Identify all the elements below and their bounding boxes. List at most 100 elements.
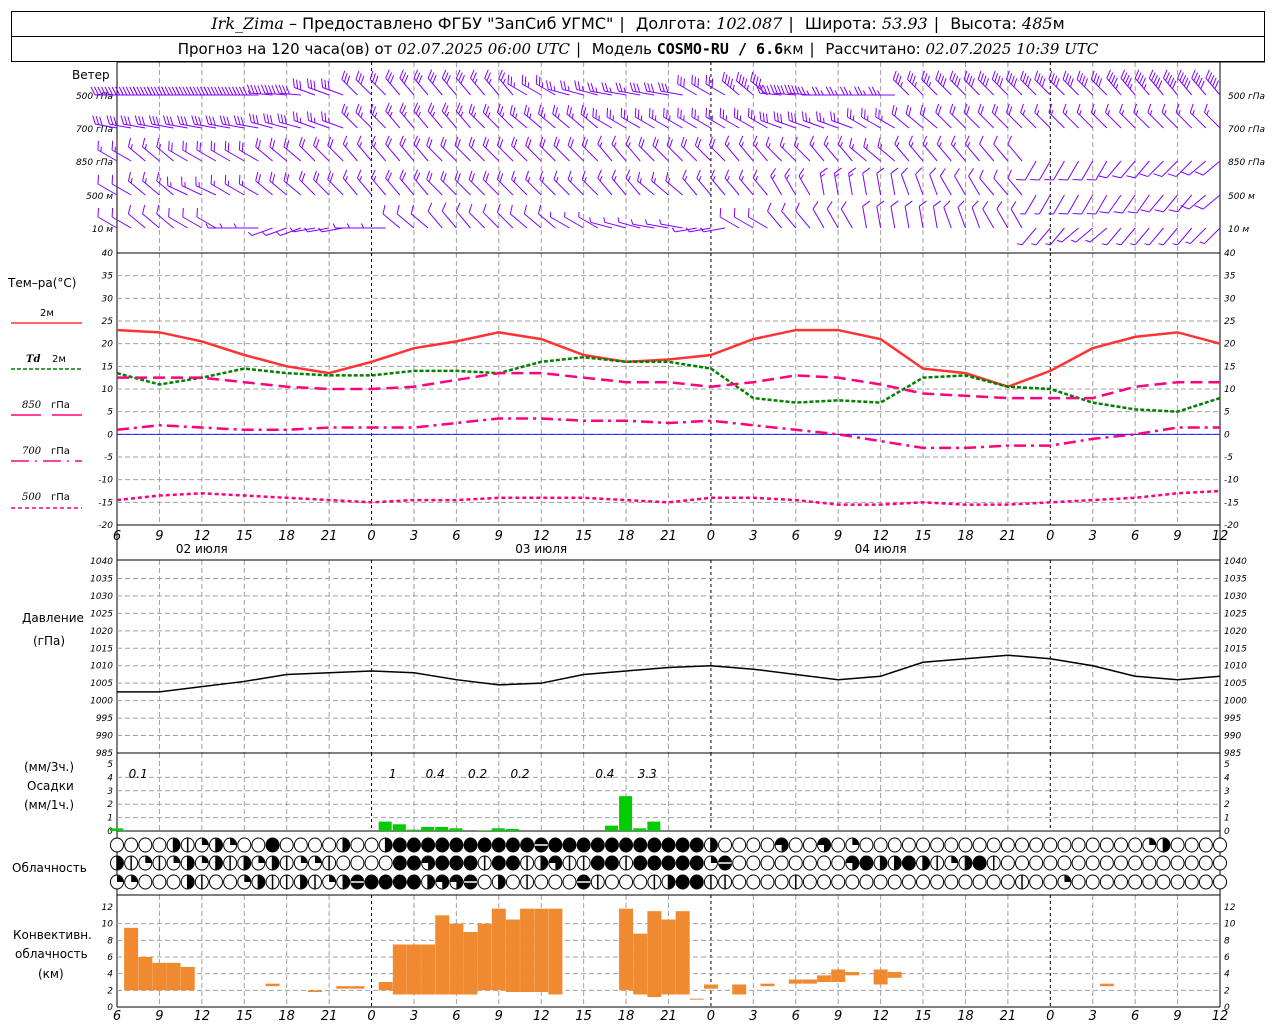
wind-barb [819, 167, 828, 196]
wind-barb [441, 69, 457, 96]
conv-label-1: Конвективн. [13, 928, 92, 942]
wind-level-left: 500 м [86, 192, 113, 202]
cloud-symbol [1071, 874, 1086, 890]
pressure-tick-right: 1005 [1224, 679, 1247, 689]
cloud-circle [675, 837, 690, 853]
conv-bar [534, 908, 549, 992]
cloud-circle [1085, 837, 1100, 853]
cloud-circle [1198, 874, 1213, 890]
precip-tick-left: 5 [107, 760, 113, 770]
cloud-symbol [279, 855, 294, 871]
wind-barb [553, 136, 570, 162]
wind-barb [963, 70, 980, 96]
conv-bar [435, 915, 450, 995]
wind-barb [255, 171, 273, 196]
cloud-symbol [661, 837, 676, 853]
wind-barb [637, 171, 655, 196]
wind-barb [1175, 103, 1193, 129]
wind-barb [545, 80, 570, 96]
cloud-circle [1029, 874, 1044, 890]
conv-tick-right: 12 [1224, 903, 1236, 913]
wind-barb [936, 135, 952, 162]
wind-barb [427, 69, 443, 96]
cloud-circle [930, 837, 945, 853]
cloud-circle [732, 874, 747, 890]
wind-barb [982, 201, 995, 229]
temp-tick-left: 10 [102, 385, 114, 395]
wind-barb [597, 135, 613, 162]
wind-barb [356, 169, 372, 196]
cloud-symbol [1000, 837, 1015, 853]
cloud-symbol [1057, 874, 1072, 890]
wind-barb [765, 136, 782, 162]
time-tick-temp: 9 [1173, 529, 1181, 544]
wind-barb [779, 136, 797, 162]
cloud-symbol [901, 855, 916, 871]
cloud-symbol [406, 855, 421, 871]
cloud-symbol [986, 837, 1001, 853]
wind-barb [795, 202, 811, 229]
wind-barb [482, 103, 500, 129]
cloud-circle [435, 837, 450, 853]
cloud-circle [1156, 855, 1171, 871]
wind-barb [798, 168, 811, 196]
cloud-symbol [166, 855, 181, 871]
cloud-symbol [986, 874, 1001, 890]
cloud-symbol [760, 837, 775, 853]
cloud-symbol [279, 874, 294, 890]
temp-tick-left: 0 [107, 430, 113, 440]
cloud-symbol [110, 874, 124, 890]
time-tick-bottom: 6 [792, 1009, 800, 1024]
wind-barb [1020, 103, 1037, 129]
conv-bar [124, 927, 139, 991]
wind-barb [134, 115, 160, 129]
cloud-symbol [435, 837, 450, 853]
wind-barb [1104, 103, 1122, 129]
cloud-circle [986, 874, 1001, 890]
cloud-circle [732, 855, 747, 871]
wind-barb [1113, 194, 1136, 214]
cloud-circle [1000, 855, 1015, 871]
temp-tick-right: 30 [1224, 294, 1236, 304]
precip-3h-sum: 0.4 [426, 767, 445, 781]
wind-barb [511, 170, 528, 196]
conv-bar [336, 986, 351, 989]
cloud-symbol [689, 855, 704, 871]
cloud-quarter [117, 875, 124, 882]
wind-barb [1020, 70, 1037, 96]
cloud-symbol [633, 874, 648, 890]
wind-barb [385, 135, 401, 162]
cloud-symbol [548, 874, 563, 890]
wind-barb [1205, 69, 1221, 96]
conv-bar [548, 908, 563, 995]
conv-bar [675, 911, 690, 995]
conv-bar [463, 932, 478, 995]
wind-barb [1058, 160, 1080, 181]
wind-barb [1099, 194, 1122, 214]
wind-barb [840, 201, 853, 229]
cloud-symbol [223, 874, 238, 890]
wind-barb [589, 217, 613, 229]
cloud-circle [251, 837, 266, 853]
precip-tick-right: 5 [1224, 760, 1230, 770]
pressure-tick-left: 1025 [90, 609, 113, 619]
cloud-circle [1099, 837, 1114, 853]
cloud-quarter [201, 838, 209, 845]
cloud-symbol [491, 837, 506, 853]
pressure-tick-left: 1005 [90, 679, 113, 689]
cloud-circle [138, 837, 153, 853]
meteogram: -20 -20-15 -15-10 -10-5 -50 05 510 1015 1520 2025… [7, 61, 1265, 1024]
cloud-circle [1128, 837, 1143, 853]
time-tick-temp: 21 [1000, 529, 1017, 544]
time-tick-bottom: 15 [236, 1009, 253, 1024]
wind-barb [346, 223, 372, 229]
wind-barb [549, 211, 570, 229]
wind-barb [770, 168, 783, 196]
wind-barb [219, 223, 245, 229]
pressure-tick-right: 1015 [1224, 644, 1247, 654]
cloud-symbol [1184, 855, 1199, 871]
cloud-symbol [647, 874, 662, 890]
wind-barb [629, 82, 655, 96]
cloud-circle [505, 837, 520, 853]
wind-barb [1010, 201, 1023, 229]
